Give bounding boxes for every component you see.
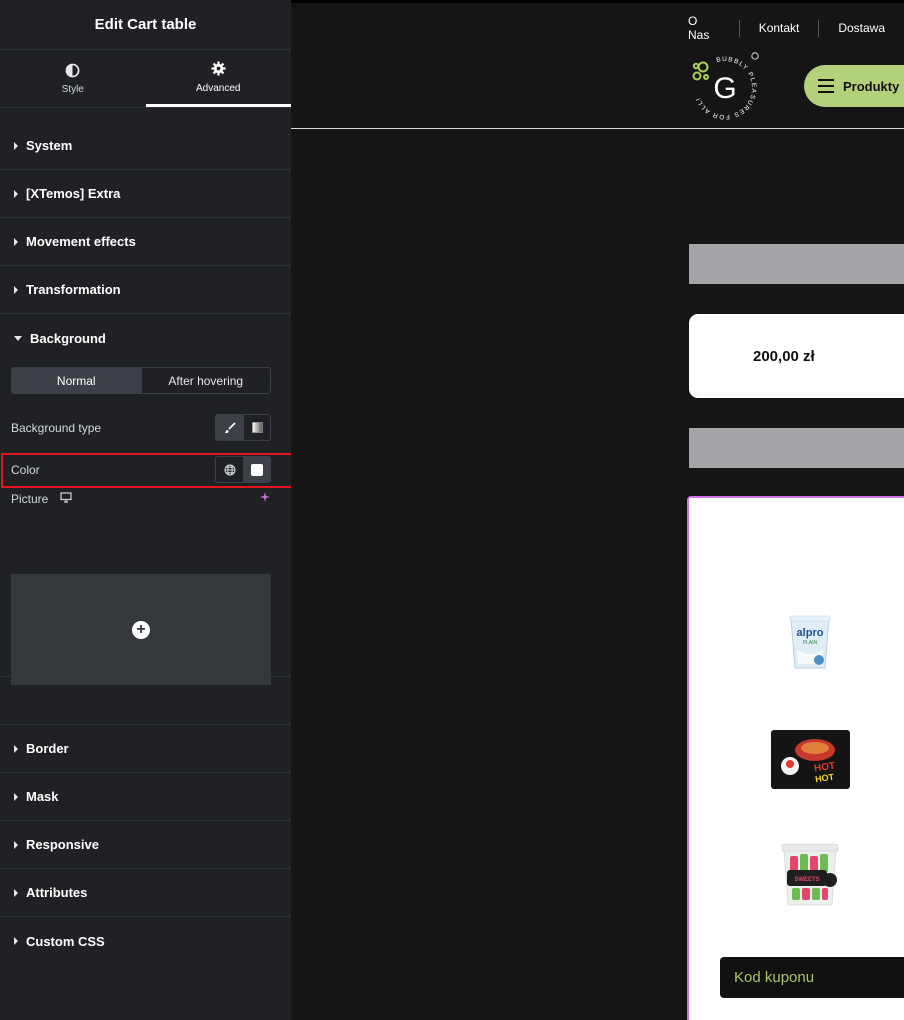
product-image-noodles[interactable]: HOT HOT <box>770 728 851 796</box>
panel-header: Edit Cart table <box>0 0 291 50</box>
brush-icon[interactable] <box>216 415 243 440</box>
tab-style[interactable]: Style <box>0 50 146 107</box>
picture-label-group: Picture <box>11 492 72 506</box>
ai-sparkle-icon[interactable] <box>259 491 271 506</box>
top-nav: O Nas Kontakt Dostawa <box>688 14 904 42</box>
caret-right-icon <box>14 840 18 849</box>
product-image-sweets[interactable]: SWEETS <box>778 842 842 913</box>
products-menu-button[interactable]: Produkty <box>804 65 904 107</box>
caret-right-icon <box>14 189 18 198</box>
globe-icon[interactable] <box>216 457 243 482</box>
caret-down-icon <box>14 335 22 341</box>
brand-logo[interactable]: G BUBBLY PLEASURES FOR ALL! <box>687 50 763 126</box>
color-control <box>215 456 271 483</box>
coupon-input[interactable]: Kod kuponu <box>720 957 904 998</box>
caret-right-icon <box>14 237 18 246</box>
svg-text:SWEETS: SWEETS <box>794 877 819 883</box>
section-attributes[interactable]: Attributes <box>0 869 291 917</box>
section-custom-css[interactable]: Custom CSS <box>0 917 291 965</box>
section-xtemos-extra[interactable]: [XTemos] Extra <box>0 170 291 218</box>
background-type-label: Background type <box>11 420 102 435</box>
logo-letter: G <box>713 72 736 105</box>
section-label: Background <box>30 330 106 346</box>
products-menu-label: Produkty <box>843 78 900 94</box>
section-mask[interactable]: Mask <box>0 773 291 821</box>
coupon-placeholder: Kod kuponu <box>734 969 815 986</box>
caret-right-icon <box>14 141 18 150</box>
panel-title: Edit Cart table <box>94 16 197 33</box>
header-divider <box>291 128 904 129</box>
picture-row: Picture <box>11 491 271 506</box>
color-row: Color <box>11 456 271 483</box>
tab-style-label: Style <box>61 84 84 95</box>
top-strip <box>291 0 904 3</box>
section-background[interactable]: Background <box>0 314 291 362</box>
editor-panel: Edit Cart table Style Advanced System [X… <box>0 0 291 1020</box>
background-type-control <box>215 414 271 441</box>
caret-right-icon <box>14 937 18 945</box>
background-controls: Normal After hovering Background type Co… <box>0 367 291 685</box>
state-hover-button[interactable]: After hovering <box>140 368 271 393</box>
nav-link-about[interactable]: O Nas <box>688 14 739 42</box>
state-switcher: Normal After hovering <box>11 367 271 394</box>
picture-label: Picture <box>11 491 49 506</box>
section-border[interactable]: Border <box>0 725 291 773</box>
section-system[interactable]: System <box>0 122 291 170</box>
svg-text:PLAIN: PLAIN <box>803 640 818 646</box>
add-image-icon: + <box>132 620 150 639</box>
state-normal-button[interactable]: Normal <box>12 368 141 393</box>
svg-text:alpro: alpro <box>797 627 824 639</box>
hamburger-icon <box>818 79 834 93</box>
tab-advanced[interactable]: Advanced <box>145 50 291 107</box>
color-picker-swatch[interactable] <box>243 457 270 482</box>
nav-link-contact[interactable]: Kontakt <box>740 21 819 35</box>
product-image-yogurt[interactable]: alpro PLAIN <box>788 614 832 677</box>
section-movement-effects[interactable]: Movement effects <box>0 218 291 266</box>
caret-right-icon <box>14 792 18 801</box>
section-label: Attributes <box>26 885 88 900</box>
section-label: Mask <box>26 789 59 804</box>
caret-right-icon <box>14 285 18 294</box>
tab-advanced-label: Advanced <box>196 82 241 94</box>
caret-right-icon <box>14 744 18 753</box>
background-type-row: Background type <box>11 414 271 441</box>
section-label: Responsive <box>26 837 99 852</box>
section-transformation[interactable]: Transformation <box>0 266 291 314</box>
price-value: 200,00 zł <box>753 347 815 365</box>
nav-link-delivery[interactable]: Dostawa <box>819 21 904 35</box>
picture-upload-area[interactable]: + <box>11 574 271 685</box>
section-label: System <box>26 138 73 153</box>
section-responsive[interactable]: Responsive <box>0 821 291 869</box>
half-circle-icon <box>65 62 81 78</box>
gear-icon <box>210 61 226 77</box>
color-label: Color <box>11 462 40 477</box>
section-label: Movement effects <box>26 234 136 249</box>
panel-tabs: Style Advanced <box>0 50 291 108</box>
color-swatch <box>251 463 263 476</box>
section-label: Border <box>26 741 69 756</box>
section-label: Custom CSS <box>26 933 105 949</box>
section-label: Transformation <box>26 282 121 297</box>
desktop-icon[interactable] <box>60 491 72 506</box>
placeholder-bar <box>689 244 904 284</box>
placeholder-bar <box>689 428 904 468</box>
section-label: [XTemos] Extra <box>26 186 121 201</box>
page-preview: O Nas Kontakt Dostawa G BUBBLY PLEASURES… <box>291 0 904 1020</box>
price-card: 200,00 zł <box>689 314 904 398</box>
caret-right-icon <box>14 888 18 897</box>
gradient-icon[interactable] <box>243 415 270 440</box>
